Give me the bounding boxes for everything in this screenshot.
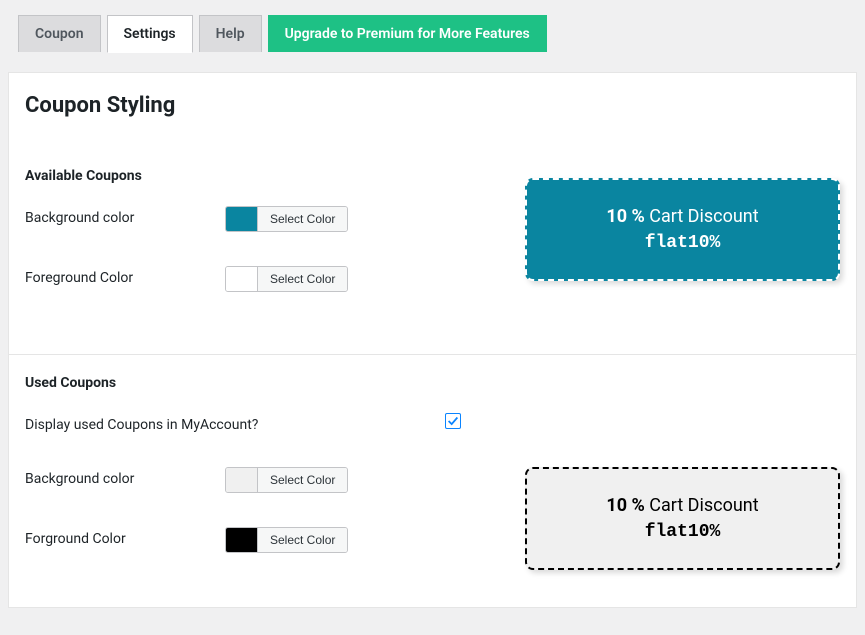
available-fg-color-picker[interactable]: Select Color: [225, 266, 348, 292]
available-preview-line1: 10 % Cart Discount: [547, 206, 818, 227]
available-fg-swatch: [226, 267, 258, 291]
available-preview-code: flat10%: [547, 233, 818, 253]
used-display-checkbox[interactable]: [445, 413, 461, 429]
used-coupon-preview: 10 % Cart Discount flat10%: [525, 467, 840, 570]
used-bg-select-button[interactable]: Select Color: [257, 468, 347, 492]
used-bg-swatch: [226, 468, 258, 492]
available-bg-select-button[interactable]: Select Color: [257, 207, 347, 231]
available-fg-select-button[interactable]: Select Color: [257, 267, 347, 291]
tab-upgrade-premium[interactable]: Upgrade to Premium for More Features: [268, 15, 547, 52]
used-preview-line1: 10 % Cart Discount: [547, 495, 818, 516]
used-bg-color-picker[interactable]: Select Color: [225, 467, 348, 493]
available-coupon-preview: 10 % Cart Discount flat10%: [525, 178, 840, 281]
used-preview-percent: 10 %: [606, 495, 644, 516]
available-fg-label: Foreground Color: [25, 266, 225, 286]
used-preview-desc: Cart Discount: [649, 495, 758, 516]
tab-coupon[interactable]: Coupon: [18, 15, 101, 52]
available-bg-color-picker[interactable]: Select Color: [225, 206, 348, 232]
available-coupons-title: Available Coupons: [25, 168, 485, 184]
used-bg-label: Background color: [25, 467, 225, 487]
checkmark-icon: [446, 414, 460, 428]
used-fg-select-button[interactable]: Select Color: [257, 528, 347, 552]
available-preview-percent: 10 %: [606, 206, 644, 227]
used-display-label: Display used Coupons in MyAccount?: [25, 413, 335, 433]
settings-panel: Coupon Styling Available Coupons Backgro…: [8, 72, 857, 608]
tab-settings[interactable]: Settings: [107, 15, 193, 53]
tabs: Coupon Settings Help Upgrade to Premium …: [0, 0, 865, 52]
used-preview-code: flat10%: [547, 522, 818, 542]
used-fg-swatch: [226, 528, 258, 552]
available-bg-label: Background color: [25, 206, 225, 226]
used-fg-label: Forground Color: [25, 527, 225, 547]
used-fg-color-picker[interactable]: Select Color: [225, 527, 348, 553]
page-title: Coupon Styling: [25, 93, 840, 118]
available-bg-swatch: [226, 207, 258, 231]
section-divider: [9, 354, 856, 355]
tab-help[interactable]: Help: [199, 15, 262, 52]
used-coupons-title: Used Coupons: [25, 375, 840, 391]
available-preview-desc: Cart Discount: [649, 206, 758, 227]
